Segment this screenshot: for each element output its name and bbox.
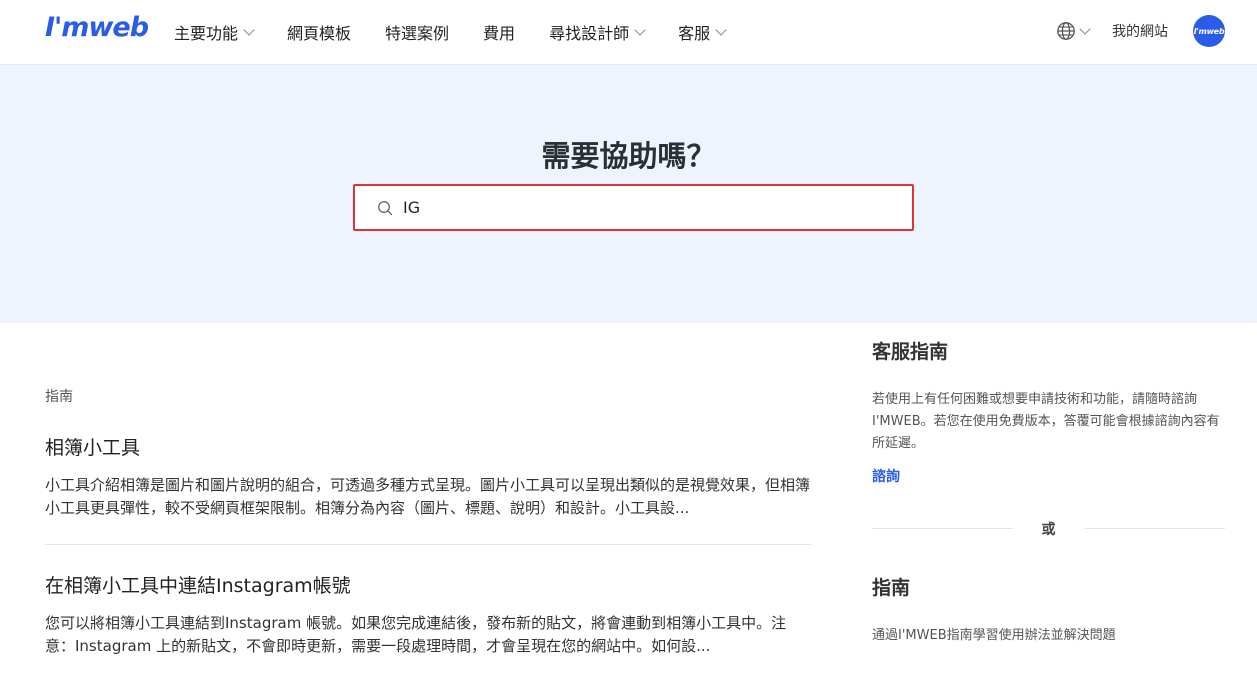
nav-item-showcase[interactable]: 特選案例 (385, 20, 449, 44)
nav-item-label: 費用 (483, 24, 516, 43)
list-item[interactable]: 相簿小工具 小工具介紹相簿是圖片和圖片說明的組合，可透過多種方式呈現。圖片小工具… (45, 433, 812, 520)
nav-item-label: 主要功能 (174, 24, 239, 43)
globe-icon[interactable] (1056, 21, 1076, 41)
result-description: 您可以將相簿小工具連結到Instagram 帳號。如果您完成連結後，發布新的貼文… (45, 614, 787, 655)
page-title: 需要協助嗎？ (541, 139, 716, 173)
search-icon (378, 201, 393, 216)
nav-item-find-designer[interactable]: 尋找設計師 (549, 20, 646, 44)
or-label: 或 (1041, 522, 1056, 538)
help-hero: 需要協助嗎？ (0, 65, 1257, 323)
result-title[interactable]: 相簿小工具 (45, 433, 812, 460)
top-header: I'mweb 主要功能 網頁模板 特選案例 費用 尋找設計師 客服 我的網站 I… (0, 0, 1257, 65)
avatar[interactable]: I'mweb (1193, 15, 1225, 47)
search-input[interactable] (403, 194, 883, 221)
chevron-down-icon (715, 23, 727, 36)
inquiry-link[interactable]: 諮詢 (872, 466, 900, 486)
chevron-down-icon (243, 23, 255, 36)
nav-item-label: 客服 (678, 24, 711, 43)
nav-item-templates[interactable]: 網頁模板 (287, 20, 351, 44)
nav-item-label: 特選案例 (385, 24, 450, 43)
guide-text: 通過I'MWEB指南學習使用辦法並解決問題 (872, 628, 1116, 643)
search-box[interactable] (353, 184, 914, 231)
chevron-down-icon (634, 23, 646, 36)
nav-item-label: 尋找設計師 (549, 24, 630, 43)
support-guide-title: 客服指南 (872, 341, 949, 363)
imweb-logo[interactable]: I'mweb (45, 12, 149, 43)
result-description: 小工具介紹相簿是圖片和圖片說明的組合，可透過多種方式呈現。圖片小工具可以呈現出類… (45, 476, 811, 517)
nav-item-features[interactable]: 主要功能 (174, 20, 255, 44)
guide-title: 指南 (872, 577, 911, 599)
list-item[interactable]: 在相簿小工具中連結Instagram帳號 您可以將相簿小工具連結到Instagr… (45, 571, 812, 658)
chevron-down-icon[interactable] (1079, 23, 1091, 35)
results-section-label: 指南 (45, 389, 73, 405)
nav-item-support[interactable]: 客服 (678, 20, 727, 44)
nav-item-label: 網頁模板 (287, 24, 352, 43)
my-site-link[interactable]: 我的網站 (1112, 21, 1168, 41)
support-guide-text: 若使用上有任何困難或想要申請技術和功能，請隨時諮詢I'MWEB。若您在使用免費版… (872, 392, 1220, 451)
main-nav: 主要功能 網頁模板 特選案例 費用 尋找設計師 客服 (174, 0, 759, 64)
divider (45, 544, 812, 545)
nav-item-pricing[interactable]: 費用 (483, 20, 515, 44)
or-separator: 或 (872, 518, 1225, 538)
result-title[interactable]: 在相簿小工具中連結Instagram帳號 (45, 571, 812, 598)
